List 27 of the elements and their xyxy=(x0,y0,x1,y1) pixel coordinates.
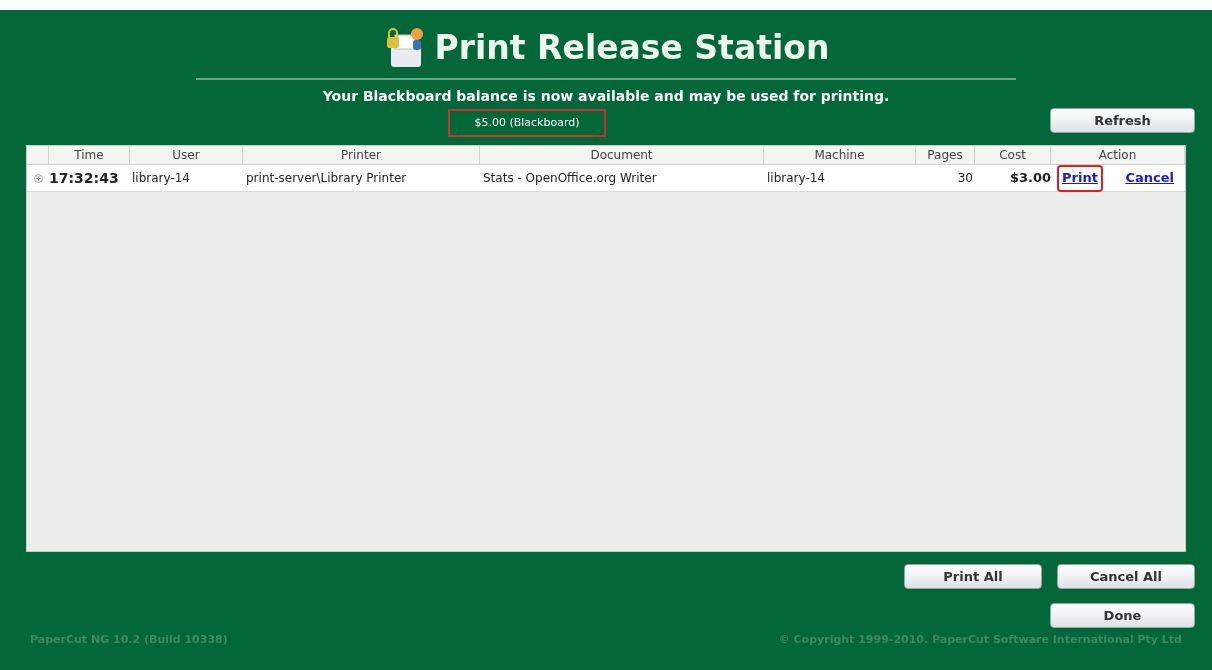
version-text: PaperCut NG 10.2 (Build 10338) xyxy=(30,632,228,648)
table-cell-text: library-14 xyxy=(131,170,191,187)
column-header: Printer xyxy=(243,146,480,164)
action-link[interactable]: Cancel xyxy=(1122,164,1177,192)
table-cell-text: Stats - OpenOffice.org Writer xyxy=(482,170,658,187)
table-cell-text: print-server\Library Printer xyxy=(245,170,408,187)
action-button[interactable]: Cancel All xyxy=(1057,564,1195,589)
done-button[interactable]: Done xyxy=(1050,603,1195,628)
column-header: User xyxy=(130,146,243,164)
refresh-button[interactable]: Refresh xyxy=(1050,108,1195,133)
column-header: Pages xyxy=(916,146,975,164)
action-button[interactable]: Print All xyxy=(904,564,1042,589)
copyright-text: © Copyright 1999-2010. PaperCut Software International Pty Ltd xyxy=(778,632,1182,648)
table-cell-text: $3.00 xyxy=(1008,169,1051,188)
table-cell-text: 30 xyxy=(956,170,974,187)
page-title: Print Release Station xyxy=(434,27,830,70)
expand-icon[interactable] xyxy=(33,173,43,183)
balance-message: Your Blackboard balance is now available and may be used for printing. xyxy=(321,87,891,106)
column-header: Cost xyxy=(975,146,1051,164)
table-cell-text: library-14 xyxy=(766,170,826,187)
table-cell-text: 17:32:43 xyxy=(49,168,120,188)
action-link[interactable]: Print xyxy=(1057,164,1103,192)
column-header: Time xyxy=(49,146,130,164)
column-header: Action xyxy=(1051,146,1185,164)
balance-amount: $5.00 (Blackboard) xyxy=(448,109,606,137)
column-header: Machine xyxy=(764,146,916,164)
column-header: Document xyxy=(480,146,764,164)
